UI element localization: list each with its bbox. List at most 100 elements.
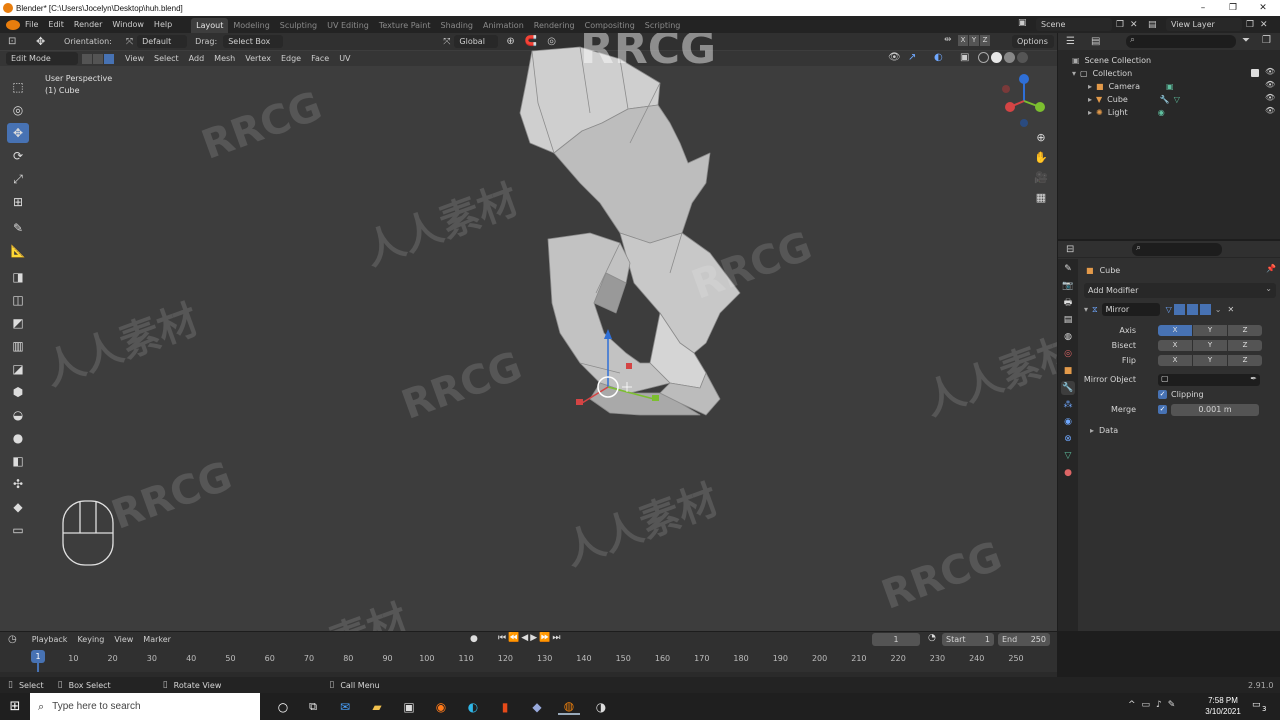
collection-visibility-icon[interactable]: 👁 bbox=[1265, 67, 1275, 76]
flip-x-toggle[interactable]: X bbox=[1158, 355, 1192, 366]
options-dropdown[interactable]: Options bbox=[1012, 35, 1054, 48]
viewport-menu-face[interactable]: Face bbox=[306, 50, 334, 67]
bevel-tool-icon[interactable]: ◩ bbox=[7, 313, 29, 333]
playhead[interactable]: 1 bbox=[31, 650, 45, 663]
vertex-select-icon[interactable] bbox=[82, 53, 92, 64]
viewport-menu-view[interactable]: View bbox=[120, 50, 149, 67]
select-box-tool-icon[interactable]: ⬚ bbox=[7, 77, 29, 97]
menu-render[interactable]: Render bbox=[69, 16, 107, 33]
3d-viewport[interactable]: ⊡ ✥ Orientation: ⤧ Default Drag: Select … bbox=[0, 33, 1057, 631]
store-icon[interactable]: ▣ bbox=[398, 700, 420, 714]
face-select-icon[interactable] bbox=[104, 53, 114, 64]
edge-icon[interactable]: ◐ bbox=[462, 700, 484, 714]
rotate-tool-icon[interactable]: ⟳ bbox=[7, 146, 29, 166]
cursor-tool-icon[interactable]: ◎ bbox=[7, 100, 29, 120]
collection-checkbox[interactable] bbox=[1251, 69, 1259, 77]
camera-view-icon[interactable]: 🎥 bbox=[1032, 171, 1050, 191]
expand-cube-icon[interactable]: ▸ bbox=[1088, 95, 1092, 104]
particles-tab-icon[interactable]: ⁂ bbox=[1061, 398, 1075, 412]
scene-icon[interactable]: ▣ bbox=[1018, 18, 1036, 31]
tree-item-collection[interactable]: ▾ ▢ Collection 👁 bbox=[1058, 67, 1280, 80]
gizmo-icon[interactable]: ↗ bbox=[908, 52, 924, 63]
tab-sculpting[interactable]: Sculpting bbox=[275, 18, 322, 33]
viewport-menu-mesh[interactable]: Mesh bbox=[209, 50, 240, 67]
clock[interactable]: 7:58 PM 3/10/2021 bbox=[1200, 695, 1246, 717]
axis-x-toggle[interactable]: X bbox=[1158, 325, 1192, 336]
close-icon[interactable]: ✕ bbox=[1248, 0, 1278, 16]
eyedropper-icon[interactable]: ✒ bbox=[1250, 374, 1257, 383]
flip-z-toggle[interactable]: Z bbox=[1228, 355, 1262, 366]
tab-compositing[interactable]: Compositing bbox=[580, 18, 640, 33]
minimize-icon[interactable]: – bbox=[1188, 0, 1218, 16]
axis-y-toggle[interactable]: Y bbox=[1193, 325, 1227, 336]
viewport-menu-vertex[interactable]: Vertex bbox=[240, 50, 276, 67]
blender-taskbar-icon[interactable]: ◍ bbox=[558, 699, 580, 715]
file-explorer-icon[interactable]: ▰ bbox=[366, 700, 388, 714]
tree-item-scene-collection[interactable]: ▣ Scene Collection bbox=[1058, 54, 1280, 67]
modifier-name-input[interactable]: Mirror bbox=[1101, 303, 1160, 316]
scene-selector[interactable]: Scene bbox=[1036, 18, 1112, 31]
bisect-z-toggle[interactable]: Z bbox=[1228, 340, 1262, 351]
maximize-icon[interactable]: ❐ bbox=[1218, 0, 1248, 16]
notification-icon[interactable]: ▭ bbox=[1252, 700, 1261, 710]
solid-shading-icon[interactable] bbox=[991, 52, 1002, 63]
extrude-tool-icon[interactable]: ◨ bbox=[7, 267, 29, 287]
view-layer-icon[interactable]: ▤ bbox=[1148, 20, 1166, 30]
app2-icon[interactable]: ◑ bbox=[590, 700, 612, 714]
menu-edit[interactable]: Edit bbox=[43, 16, 69, 33]
material-tab-icon[interactable]: ● bbox=[1061, 466, 1075, 480]
tab-rendering[interactable]: Rendering bbox=[529, 18, 580, 33]
constraints-tab-icon[interactable]: ⊗ bbox=[1061, 432, 1075, 446]
firefox-icon[interactable]: ◉ bbox=[430, 700, 452, 714]
smooth-tool-icon[interactable]: ● bbox=[7, 428, 29, 448]
mirror-z-toggle[interactable]: Z bbox=[980, 35, 990, 46]
menu-file[interactable]: File bbox=[20, 16, 43, 33]
on-cage-toggle-icon[interactable] bbox=[1173, 304, 1185, 315]
system-tray-icons[interactable]: ^▭♪✎ bbox=[1128, 700, 1181, 710]
new-scene-icon[interactable]: ❐ bbox=[1116, 20, 1130, 30]
ortho-grid-icon[interactable]: ▦ bbox=[1032, 191, 1050, 211]
wireframe-shading-icon[interactable] bbox=[978, 52, 989, 63]
material-shading-icon[interactable] bbox=[1004, 52, 1015, 63]
seahorse-mesh[interactable] bbox=[510, 43, 770, 433]
data-subpanel[interactable]: ▸ Data bbox=[1080, 421, 1280, 439]
editor-type-icon[interactable]: ⊡ bbox=[8, 36, 22, 47]
bisect-x-toggle[interactable]: X bbox=[1158, 340, 1192, 351]
viewport-menu-select[interactable]: Select bbox=[149, 50, 184, 67]
new-view-layer-icon[interactable]: ❐ bbox=[1246, 20, 1260, 30]
tab-scripting[interactable]: Scripting bbox=[640, 18, 686, 33]
tab-shading[interactable]: Shading bbox=[435, 18, 478, 33]
data-tab-icon[interactable]: ▽ bbox=[1061, 449, 1075, 463]
shrink-fatten-tool-icon[interactable]: ✣ bbox=[7, 474, 29, 494]
transform-orientation-dropdown[interactable]: Global bbox=[454, 35, 499, 48]
tree-item-camera[interactable]: ▸ ■ Camera ▣ 👁 bbox=[1058, 80, 1280, 93]
scale-tool-icon[interactable]: ⤢ bbox=[7, 169, 29, 189]
object-tab-icon[interactable]: ■ bbox=[1061, 364, 1075, 378]
collapse-modifier-icon[interactable]: ▾ bbox=[1084, 305, 1088, 314]
clipping-checkbox[interactable]: ✓ bbox=[1158, 390, 1167, 399]
move-tool-button[interactable]: ✥ bbox=[7, 123, 29, 143]
add-modifier-dropdown[interactable]: Add Modifier ⌄ bbox=[1084, 283, 1276, 298]
properties-search-input[interactable] bbox=[1132, 243, 1222, 256]
edge-slide-tool-icon[interactable]: ◧ bbox=[7, 451, 29, 471]
mirror-x-toggle[interactable]: X bbox=[958, 35, 968, 46]
tab-uv-editing[interactable]: UV Editing bbox=[322, 18, 374, 33]
menu-help[interactable]: Help bbox=[149, 16, 177, 33]
edit-mode-toggle-icon[interactable]: ▽ bbox=[1166, 305, 1172, 314]
render-toggle-icon[interactable] bbox=[1199, 304, 1211, 315]
rendered-shading-icon[interactable] bbox=[1017, 52, 1028, 63]
axis-z-toggle[interactable]: Z bbox=[1228, 325, 1262, 336]
expand-camera-icon[interactable]: ▸ bbox=[1088, 82, 1092, 91]
mail-icon[interactable]: ✉ bbox=[334, 700, 356, 714]
bisect-y-toggle[interactable]: Y bbox=[1193, 340, 1227, 351]
view-layer-selector[interactable]: View Layer bbox=[1166, 18, 1242, 31]
blender-menu-icon[interactable] bbox=[6, 19, 20, 30]
poly-build-tool-icon[interactable]: ⬢ bbox=[7, 382, 29, 402]
tree-item-cube[interactable]: ▸ ▼ Cube 🔧 ▽ 👁 bbox=[1058, 93, 1280, 106]
delete-view-layer-icon[interactable]: ✕ bbox=[1260, 20, 1274, 30]
expand-light-icon[interactable]: ▸ bbox=[1088, 108, 1092, 117]
navigation-gizmo[interactable] bbox=[996, 73, 1052, 129]
loop-cut-tool-icon[interactable]: ▥ bbox=[7, 336, 29, 356]
filter-icon[interactable]: ⏷ bbox=[1242, 35, 1250, 46]
drag-dropdown[interactable]: Select Box bbox=[223, 35, 284, 48]
